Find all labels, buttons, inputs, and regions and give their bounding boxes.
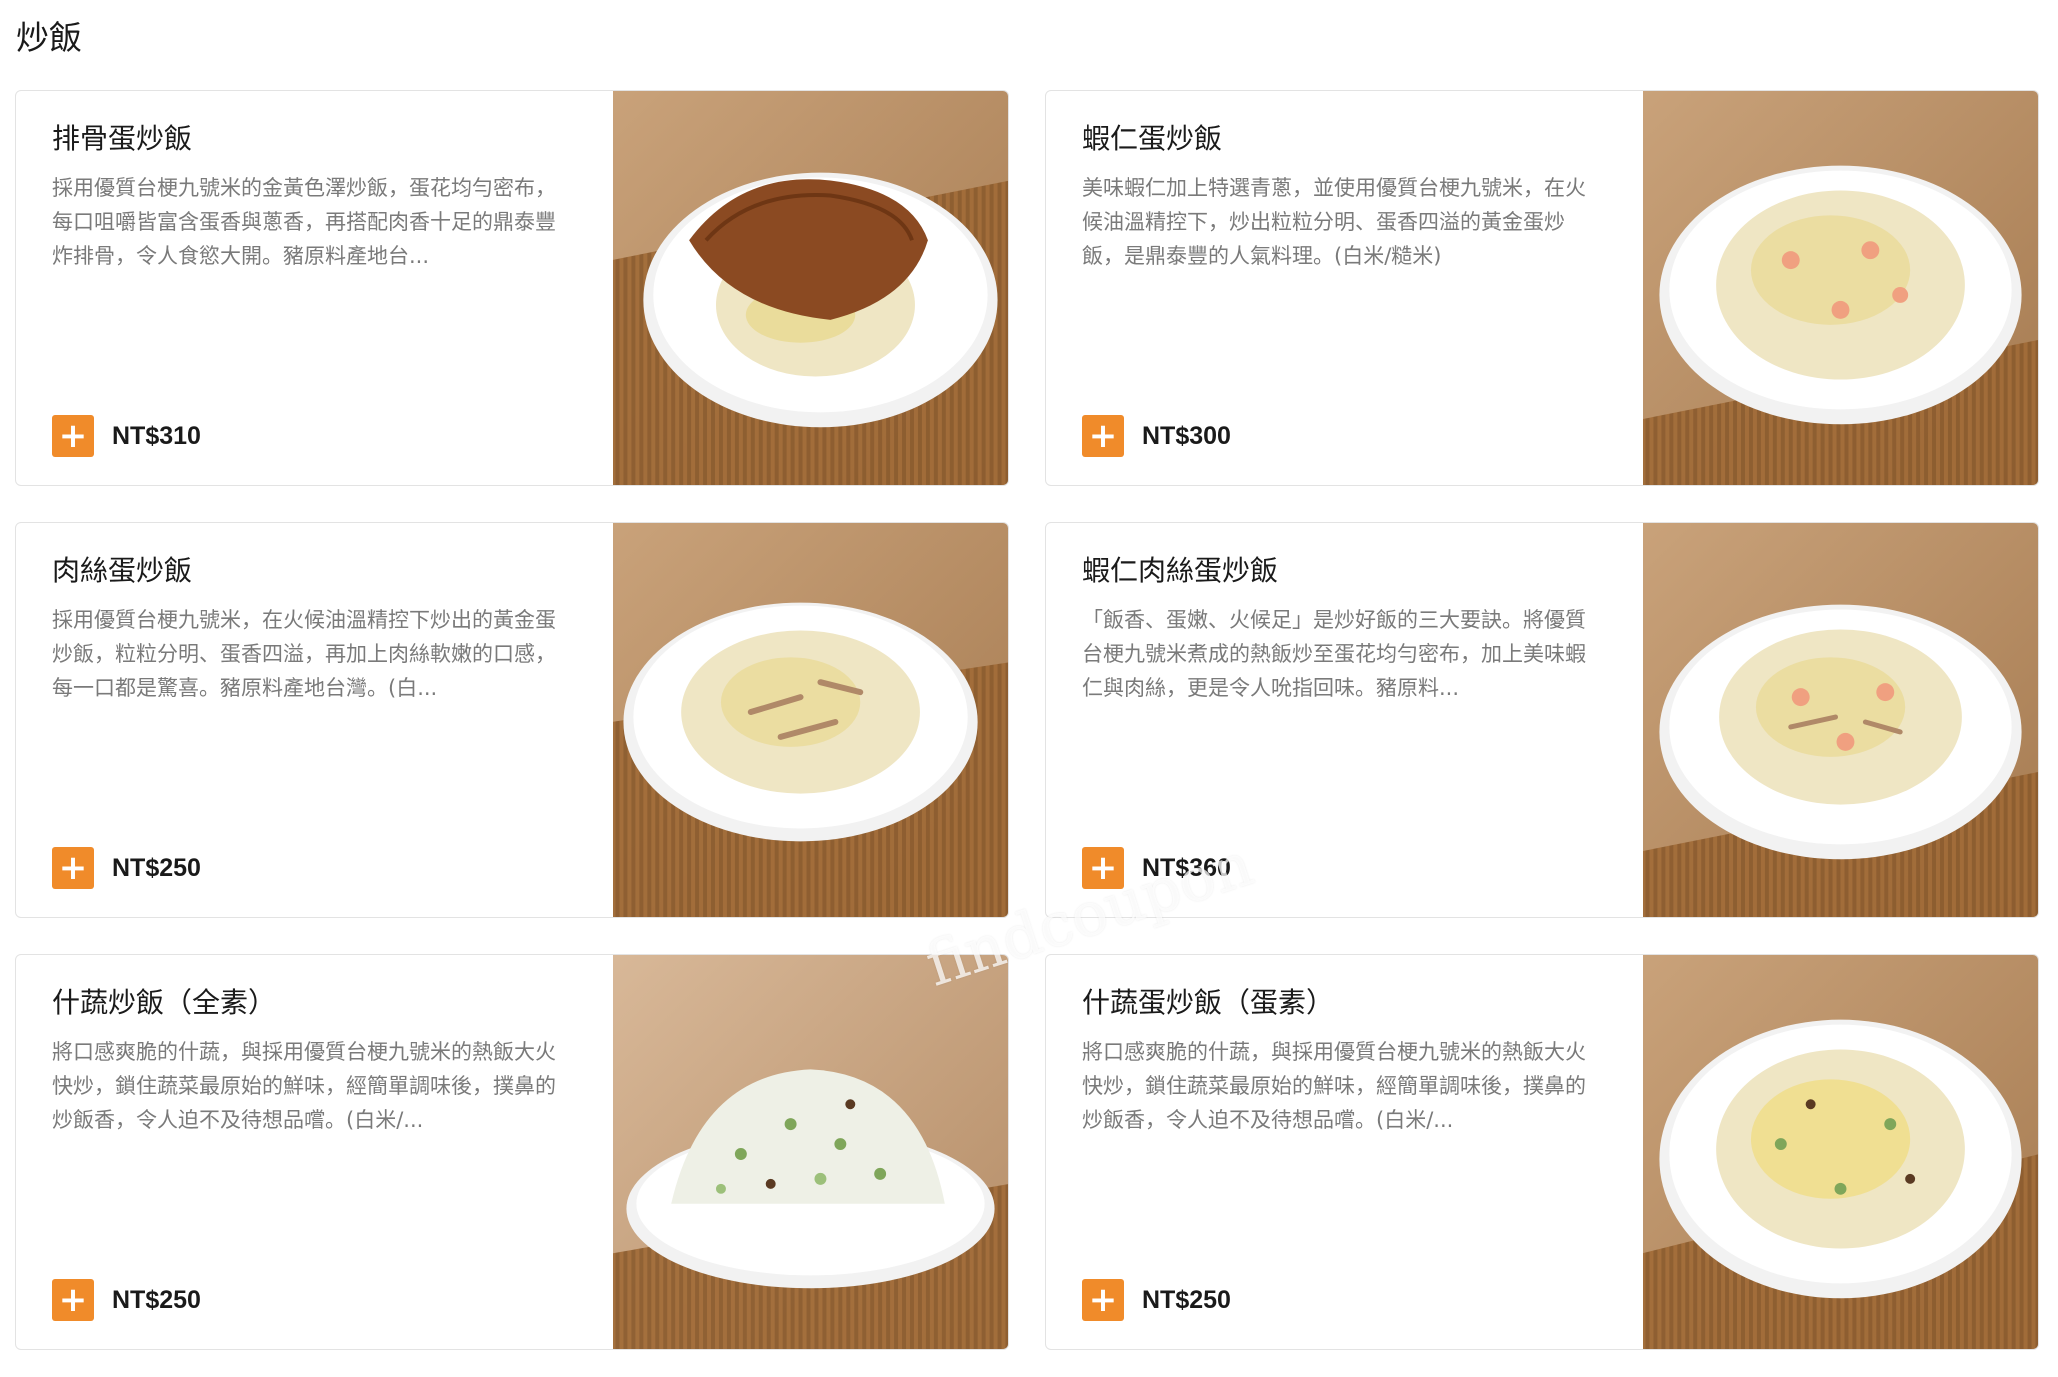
shredded-pork-fried-rice-photo	[613, 523, 1008, 917]
menu-item-price: NT$250	[112, 1285, 201, 1314]
menu-item-card[interactable]: 蝦仁蛋炒飯 美味蝦仁加上特選青蔥，並使用優質台梗九號米，在火候油溫精控下，炒出粒…	[1045, 90, 2039, 486]
menu-item-photo[interactable]	[613, 955, 1008, 1349]
menu-item-card[interactable]: 蝦仁肉絲蛋炒飯 「飯香、蛋嫩、火候足」是炒好飯的三大要訣。將優質台梗九號米煮成的…	[1045, 522, 2039, 918]
menu-item-name: 肉絲蛋炒飯	[52, 554, 193, 587]
shrimp-pork-fried-rice-photo	[1643, 523, 2038, 917]
menu-item-card[interactable]: 肉絲蛋炒飯 採用優質台梗九號米，在火候油溫精控下炒出的黃金蛋炒飯，粒粒分明、蛋香…	[15, 522, 1009, 918]
menu-item-photo[interactable]	[613, 523, 1008, 917]
menu-item-photo[interactable]	[1643, 955, 2038, 1349]
menu-item-photo[interactable]	[1643, 523, 2038, 917]
menu-item-photo[interactable]	[1643, 91, 2038, 485]
menu-item-info: 什蔬炒飯（全素） 將口感爽脆的什蔬，與採用優質台梗九號米的熱飯大火快炒，鎖住蔬菜…	[16, 955, 613, 1349]
price-row: + NT$360	[1082, 847, 1231, 889]
vegetable-egg-fried-rice-photo	[1643, 955, 2038, 1349]
menu-item-info: 什蔬蛋炒飯（蛋素） 將口感爽脆的什蔬，與採用優質台梗九號米的熱飯大火快炒，鎖住蔬…	[1046, 955, 1643, 1349]
menu-item-name: 蝦仁肉絲蛋炒飯	[1082, 554, 1279, 587]
menu-item-price: NT$300	[1142, 421, 1231, 450]
menu-item-price: NT$310	[112, 421, 201, 450]
menu-item-card[interactable]: 排骨蛋炒飯 採用優質台梗九號米的金黃色澤炒飯，蛋花均勻密布，每口咀嚼皆富含蛋香與…	[15, 90, 1009, 486]
price-row: + NT$300	[1082, 415, 1231, 457]
shrimp-fried-rice-photo	[1643, 91, 2038, 485]
menu-item-card[interactable]: 什蔬炒飯（全素） 將口感爽脆的什蔬，與採用優質台梗九號米的熱飯大火快炒，鎖住蔬菜…	[15, 954, 1009, 1350]
price-row: + NT$310	[52, 415, 201, 457]
menu-item-name: 排骨蛋炒飯	[52, 122, 193, 155]
menu-item-description: 將口感爽脆的什蔬，與採用優質台梗九號米的熱飯大火快炒，鎖住蔬菜最原始的鮮味，經簡…	[52, 1040, 556, 1132]
menu-item-name: 蝦仁蛋炒飯	[1082, 122, 1223, 155]
add-to-cart-button[interactable]: +	[52, 847, 94, 889]
menu-item-info: 肉絲蛋炒飯 採用優質台梗九號米，在火候油溫精控下炒出的黃金蛋炒飯，粒粒分明、蛋香…	[16, 523, 613, 917]
price-row: + NT$250	[52, 1279, 201, 1321]
menu-item-price: NT$360	[1142, 853, 1231, 882]
add-to-cart-button[interactable]: +	[1082, 415, 1124, 457]
menu-item-info: 排骨蛋炒飯 採用優質台梗九號米的金黃色澤炒飯，蛋花均勻密布，每口咀嚼皆富含蛋香與…	[16, 91, 613, 485]
menu-page: 炒飯 排骨蛋炒飯 採用優質台梗九號米的金黃色澤炒飯，蛋花均勻密布，每口咀嚼皆富含…	[0, 0, 2058, 1377]
menu-item-description: 將口感爽脆的什蔬，與採用優質台梗九號米的熱飯大火快炒，鎖住蔬菜最原始的鮮味，經簡…	[1082, 1040, 1586, 1132]
menu-item-photo[interactable]	[613, 91, 1008, 485]
section-title: 炒飯	[16, 18, 82, 57]
pork-chop-fried-rice-photo	[613, 91, 1008, 485]
menu-item-description: 採用優質台梗九號米的金黃色澤炒飯，蛋花均勻密布，每口咀嚼皆富含蛋香與蔥香，再搭配…	[52, 176, 556, 268]
menu-item-name: 什蔬炒飯（全素）	[52, 986, 277, 1019]
add-to-cart-button[interactable]: +	[1082, 1279, 1124, 1321]
menu-item-price: NT$250	[1142, 1285, 1231, 1314]
add-to-cart-button[interactable]: +	[52, 415, 94, 457]
menu-item-card[interactable]: 什蔬蛋炒飯（蛋素） 將口感爽脆的什蔬，與採用優質台梗九號米的熱飯大火快炒，鎖住蔬…	[1045, 954, 2039, 1350]
add-to-cart-button[interactable]: +	[1082, 847, 1124, 889]
menu-item-info: 蝦仁肉絲蛋炒飯 「飯香、蛋嫩、火候足」是炒好飯的三大要訣。將優質台梗九號米煮成的…	[1046, 523, 1643, 917]
menu-grid: 排骨蛋炒飯 採用優質台梗九號米的金黃色澤炒飯，蛋花均勻密布，每口咀嚼皆富含蛋香與…	[15, 90, 2039, 1350]
menu-item-description: 美味蝦仁加上特選青蔥，並使用優質台梗九號米，在火候油溫精控下，炒出粒粒分明、蛋香…	[1082, 176, 1586, 268]
menu-item-price: NT$250	[112, 853, 201, 882]
price-row: + NT$250	[52, 847, 201, 889]
menu-item-info: 蝦仁蛋炒飯 美味蝦仁加上特選青蔥，並使用優質台梗九號米，在火候油溫精控下，炒出粒…	[1046, 91, 1643, 485]
menu-item-description: 採用優質台梗九號米，在火候油溫精控下炒出的黃金蛋炒飯，粒粒分明、蛋香四溢，再加上…	[52, 608, 556, 700]
add-to-cart-button[interactable]: +	[52, 1279, 94, 1321]
price-row: + NT$250	[1082, 1279, 1231, 1321]
menu-item-name: 什蔬蛋炒飯（蛋素）	[1082, 986, 1335, 1019]
menu-item-description: 「飯香、蛋嫩、火候足」是炒好飯的三大要訣。將優質台梗九號米煮成的熱飯炒至蛋花均勻…	[1082, 608, 1586, 700]
vegan-vegetable-fried-rice-photo	[613, 955, 1008, 1349]
